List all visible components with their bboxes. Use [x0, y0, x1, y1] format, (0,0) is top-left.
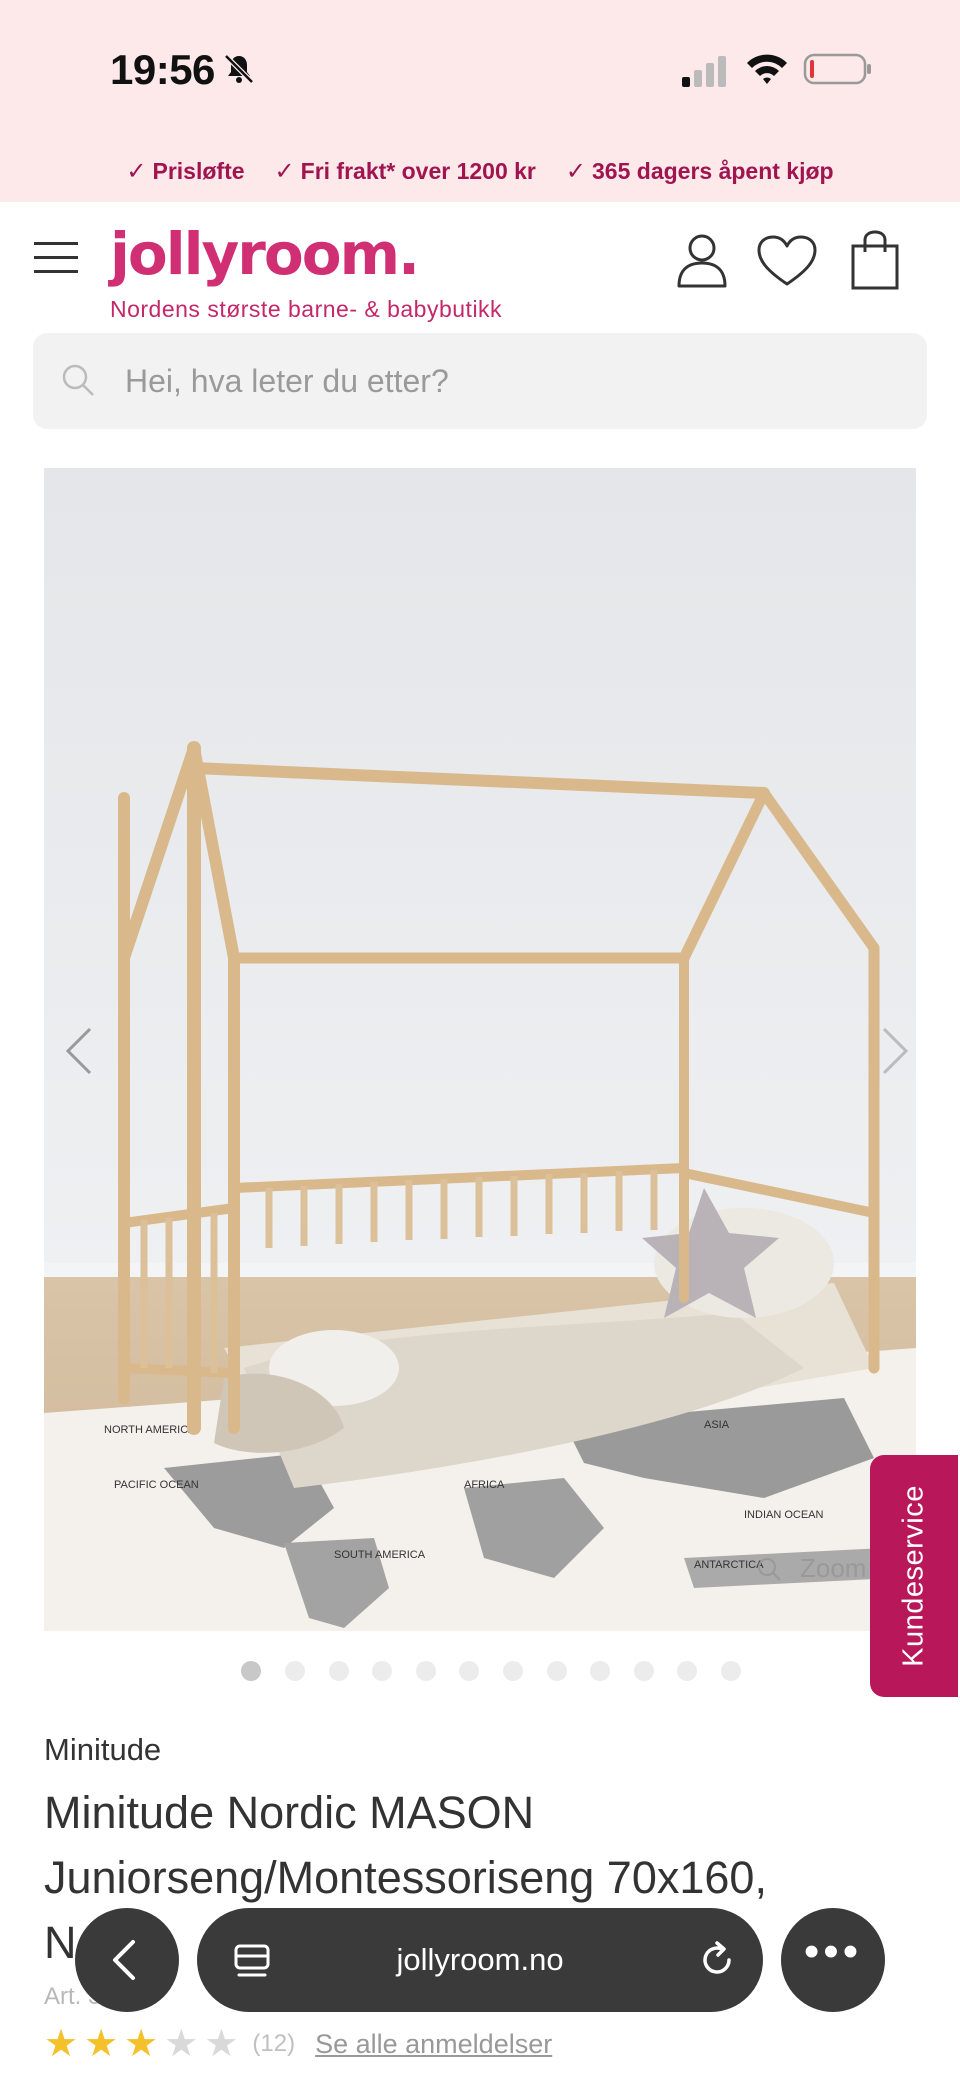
- usp-item: ✓ 365 dagers åpent kjøp: [566, 157, 834, 186]
- product-image: NORTH AMERICA PACIFIC OCEAN SOUTH AMERIC…: [44, 468, 916, 1631]
- status-bar: 19:56: [0, 0, 960, 140]
- star-icon: ★: [164, 2023, 199, 2065]
- svg-text:ASIA: ASIA: [704, 1419, 730, 1431]
- search-icon: [62, 364, 94, 396]
- site-header: jollyroom. Nordens største barne- & baby…: [0, 202, 960, 330]
- browser-back-button[interactable]: [75, 1908, 179, 2012]
- star-icon: ★: [44, 2023, 79, 2065]
- status-time: 19:56: [110, 46, 215, 93]
- gallery-dot[interactable]: [285, 1661, 305, 1681]
- gallery-dot[interactable]: [721, 1661, 741, 1681]
- url-text: jollyroom.no: [396, 1942, 564, 1977]
- gallery-prev-icon[interactable]: [60, 1021, 100, 1081]
- gallery-dot[interactable]: [329, 1661, 349, 1681]
- address-bar[interactable]: jollyroom.no: [197, 1908, 763, 2012]
- usp-bar: ✓ Prisløfte ✓ Fri frakt* over 1200 kr ✓ …: [0, 140, 960, 202]
- heart-icon[interactable]: [756, 234, 818, 288]
- search-input[interactable]: [125, 333, 885, 429]
- svg-text:PACIFIC OCEAN: PACIFIC OCEAN: [114, 1479, 199, 1491]
- zoom-button[interactable]: Zoom: [756, 1553, 866, 1584]
- check-icon: ✓: [565, 157, 586, 185]
- search-box[interactable]: [33, 333, 927, 429]
- rating[interactable]: ★ ★ ★ ★ ★ (12) Se alle anmeldelser: [44, 2024, 552, 2064]
- star-icon: ★: [204, 2023, 239, 2065]
- star-icon: ★: [124, 2023, 159, 2065]
- svg-text:ANTARCTICA: ANTARCTICA: [694, 1559, 764, 1571]
- svg-text:AFRICA: AFRICA: [464, 1479, 505, 1491]
- menu-icon[interactable]: [34, 242, 78, 276]
- gallery-dot[interactable]: [459, 1661, 479, 1681]
- logo[interactable]: jollyroom.: [110, 220, 420, 288]
- tagline: Nordens største barne- & babybutikk: [110, 296, 503, 322]
- star-icon: ★: [84, 2023, 119, 2065]
- wifi-icon: [747, 54, 787, 84]
- zoom-icon: [758, 1557, 781, 1581]
- svg-text:SOUTH AMERICA: SOUTH AMERICA: [334, 1549, 426, 1561]
- product-image-gallery[interactable]: NORTH AMERICA PACIFIC OCEAN SOUTH AMERIC…: [44, 468, 916, 1631]
- svg-text:INDIAN OCEAN: INDIAN OCEAN: [744, 1509, 824, 1521]
- user-icon[interactable]: [676, 232, 728, 288]
- usp-item: ✓ Fri frakt* over 1200 kr: [275, 157, 536, 186]
- zoom-label: Zoom: [800, 1553, 867, 1583]
- gallery-next-icon[interactable]: [874, 1021, 914, 1081]
- reviews-link[interactable]: Se alle anmeldelser: [315, 2029, 552, 2060]
- browser-more-button[interactable]: •••: [781, 1908, 885, 2012]
- gallery-dot[interactable]: [241, 1661, 261, 1681]
- svg-text:NORTH AMERICA: NORTH AMERICA: [104, 1424, 196, 1436]
- gallery-dot[interactable]: [372, 1661, 392, 1681]
- more-icon: •••: [803, 1927, 863, 1976]
- usp-item: ✓ Prisløfte: [126, 157, 244, 186]
- reload-icon[interactable]: [697, 1940, 737, 1980]
- usp-label: Prisløfte: [152, 157, 245, 184]
- usp-label: 365 dagers åpent kjøp: [592, 157, 834, 184]
- gallery-dot[interactable]: [634, 1661, 654, 1681]
- gallery-dot[interactable]: [677, 1661, 697, 1681]
- bag-icon[interactable]: [850, 230, 900, 290]
- gallery-dots: [0, 1661, 960, 1685]
- kundeservice-label: Kundeservice: [897, 1485, 930, 1667]
- battery-icon: [803, 53, 871, 85]
- gallery-dot[interactable]: [590, 1661, 610, 1681]
- gallery-dot[interactable]: [416, 1661, 436, 1681]
- product-brand[interactable]: Minitude: [44, 1732, 161, 1768]
- review-count: (12): [252, 2030, 296, 2057]
- check-icon: ✓: [126, 157, 147, 185]
- usp-label: Fri frakt* over 1200 kr: [300, 157, 536, 184]
- gallery-dot[interactable]: [503, 1661, 523, 1681]
- gallery-dot[interactable]: [547, 1661, 567, 1681]
- back-chevron-icon: [113, 1940, 135, 1980]
- bell-muted-icon: [224, 54, 254, 84]
- signal-icon: [682, 56, 726, 87]
- check-icon: ✓: [274, 157, 295, 185]
